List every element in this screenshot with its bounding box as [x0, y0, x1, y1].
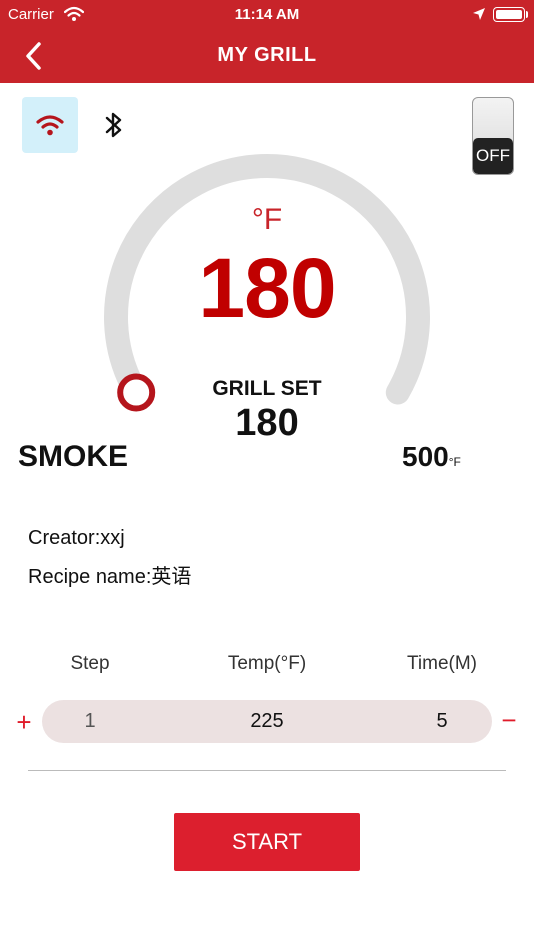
divider [28, 770, 506, 771]
power-switch-knob: OFF [473, 138, 513, 174]
recipe-creator: Creator:xxj [28, 527, 125, 549]
status-time: 11:14 AM [234, 6, 300, 23]
column-header-step: Step [70, 653, 110, 674]
current-temperature: 180 [198, 241, 336, 335]
min-temp-label: SMOKE [18, 440, 129, 473]
nav-bar: MY GRILL [0, 30, 534, 83]
step-number: 1 [84, 710, 96, 732]
column-header-time: Time(M) [407, 653, 477, 674]
recipe-name: Recipe name:英语 [28, 566, 192, 588]
max-temp-unit: °F [448, 455, 461, 469]
page-title: MY GRILL [217, 44, 317, 66]
temperature-unit: °F [251, 203, 283, 236]
remove-step-button[interactable]: − [498, 706, 520, 734]
status-bar: Carrier 11:14 AM [0, 0, 534, 30]
location-arrow-icon [473, 8, 485, 20]
column-header-temp: Temp(°F) [227, 653, 307, 674]
max-temp-label: 500°F [402, 441, 461, 473]
grill-set-value: 180 [235, 402, 299, 444]
grill-set-label: GRILL SET [212, 377, 322, 400]
add-step-button[interactable]: + [13, 708, 35, 736]
step-time: 5 [436, 710, 448, 732]
wifi-icon [36, 115, 64, 136]
step-temperature: 225 [250, 710, 284, 732]
max-temp-value: 500 [402, 441, 449, 472]
bluetooth-icon[interactable] [100, 108, 128, 142]
battery-icon [493, 7, 525, 22]
wifi-toggle-button[interactable] [22, 97, 78, 153]
power-switch[interactable]: OFF [472, 97, 514, 175]
battery-tip [526, 11, 528, 18]
table-row[interactable]: 1 225 5 [42, 700, 492, 743]
start-button[interactable]: START [174, 813, 360, 871]
